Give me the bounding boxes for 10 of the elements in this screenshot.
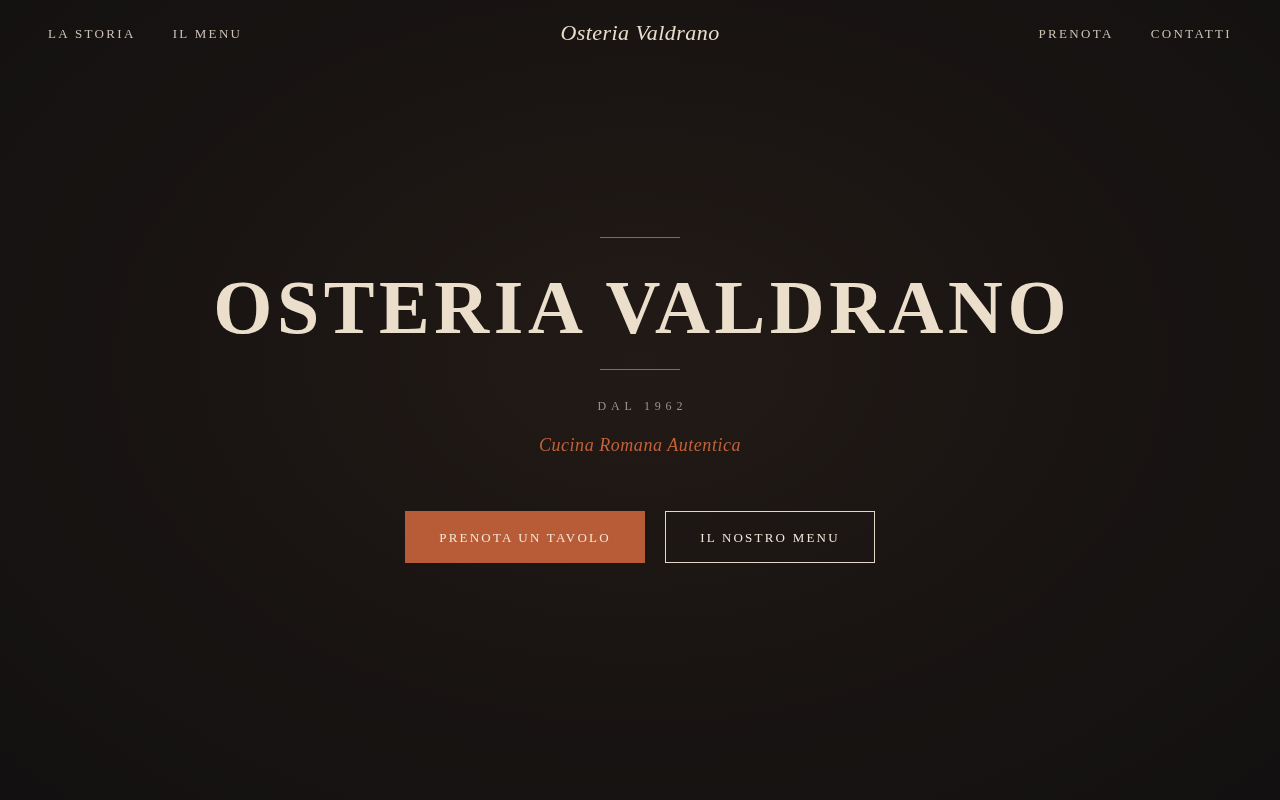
- nav-link[interactable]: LA STORIA: [48, 26, 136, 40]
- hero-title: OSTERIA VALDRANO: [212, 269, 1072, 345]
- nav-link[interactable]: PRENOTA: [1038, 26, 1114, 40]
- menu-button[interactable]: IL NOSTRO MENU: [665, 511, 875, 563]
- tagline: Cucina Romana Autentica: [538, 436, 742, 454]
- since-text: DAL 1962: [596, 400, 688, 412]
- brand-logo[interactable]: Osteria Valdrano: [560, 22, 720, 44]
- reserve-button[interactable]: PRENOTA UN TAVOLO: [405, 511, 645, 563]
- nav-link[interactable]: CONTATTI: [1150, 26, 1232, 40]
- nav-link[interactable]: IL MENU: [172, 26, 243, 40]
